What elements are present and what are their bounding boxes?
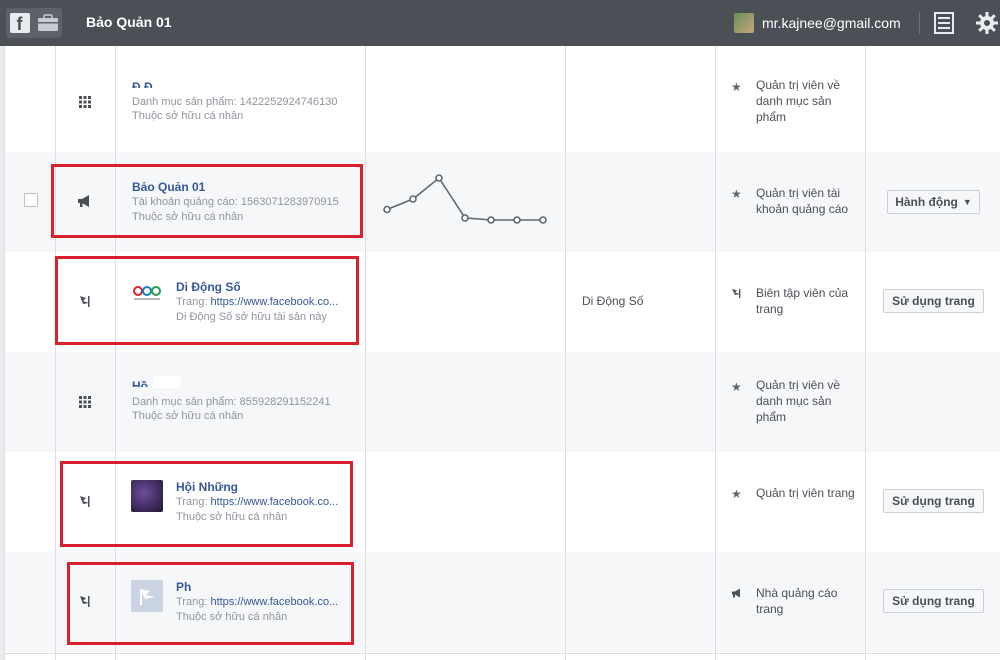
use-page-button[interactable]: Sử dụng trang bbox=[883, 489, 984, 513]
role-text: Quản trị viên trang bbox=[756, 486, 855, 500]
app-switcher[interactable]: f bbox=[6, 8, 62, 38]
product-catalog-icon bbox=[79, 396, 91, 408]
asset-name[interactable]: Đ.Đ bbox=[132, 80, 172, 88]
sparkline-point bbox=[435, 174, 443, 182]
button-label: Hành động bbox=[895, 195, 958, 209]
user-email[interactable]: mr.kajnee@gmail.com bbox=[762, 15, 901, 31]
role-text: Biên tập viên của trang bbox=[756, 286, 849, 316]
star-icon: ★ bbox=[731, 80, 742, 94]
sparkline-point bbox=[383, 205, 391, 214]
asset-owner: Thuộc sở hữu cá nhân bbox=[132, 110, 244, 122]
role-text: Nhà quảng cáo trang bbox=[756, 586, 838, 616]
use-page-button[interactable]: Sử dụng trang bbox=[883, 289, 984, 313]
row-checkbox[interactable] bbox=[24, 193, 38, 207]
highlight-box bbox=[67, 562, 354, 645]
briefcase-icon[interactable] bbox=[37, 14, 59, 32]
list-icon[interactable] bbox=[934, 12, 954, 34]
highlight-box bbox=[55, 256, 359, 345]
highlight-box bbox=[51, 164, 363, 238]
column-divider bbox=[715, 46, 716, 660]
sparkline-point bbox=[539, 216, 547, 224]
column-divider bbox=[865, 46, 866, 660]
business-name: Di Động Số bbox=[582, 294, 644, 308]
role-text: Quản trị viên tài khoản quảng cáo bbox=[756, 186, 849, 216]
asset-id: Danh mục sản phẩm: 1422252924746130 bbox=[132, 96, 338, 108]
asset-owner: Thuộc sở hữu cá nhân bbox=[132, 410, 244, 422]
flag-icon bbox=[732, 289, 741, 298]
role-text: Quản trị viên về danh mục sản phẩm bbox=[756, 378, 841, 424]
star-icon: ★ bbox=[731, 380, 742, 394]
assets-table: Đ.Đ Danh mục sản phẩm: 1422252924746130 … bbox=[4, 46, 1000, 660]
highlight-box bbox=[60, 461, 353, 547]
column-divider bbox=[55, 46, 56, 660]
facebook-icon[interactable]: f bbox=[9, 13, 30, 34]
sparkline-point bbox=[461, 214, 469, 222]
asset-id: Danh mục sản phẩm: 855928291152241 bbox=[132, 396, 331, 408]
table-bottom-border bbox=[5, 653, 1000, 654]
megaphone-icon bbox=[732, 588, 740, 598]
page-title[interactable]: Bảo Quản 01 bbox=[86, 14, 172, 30]
column-divider bbox=[365, 46, 366, 660]
sparkline-point bbox=[513, 216, 521, 224]
user-menu[interactable]: mr.kajnee@gmail.com bbox=[734, 13, 901, 33]
product-catalog-icon bbox=[79, 96, 91, 108]
role-text: Quản trị viên về danh mục sản phẩm bbox=[756, 78, 841, 124]
star-icon: ★ bbox=[731, 187, 742, 201]
divider bbox=[919, 12, 920, 34]
column-divider bbox=[565, 46, 566, 660]
sparkline-point bbox=[409, 195, 417, 203]
use-page-button[interactable]: Sử dụng trang bbox=[883, 589, 984, 613]
avatar[interactable] bbox=[734, 13, 754, 33]
top-bar: f Bảo Quản 01 mr.kajnee@gmail.com bbox=[0, 0, 1000, 46]
redaction bbox=[153, 376, 181, 388]
actions-dropdown-button[interactable]: Hành động ▼ bbox=[887, 190, 980, 214]
chevron-down-icon: ▼ bbox=[962, 197, 972, 207]
star-icon: ★ bbox=[731, 487, 742, 501]
spend-sparkline bbox=[383, 174, 547, 224]
gear-icon[interactable] bbox=[975, 11, 999, 35]
sparkline-point bbox=[487, 216, 495, 224]
